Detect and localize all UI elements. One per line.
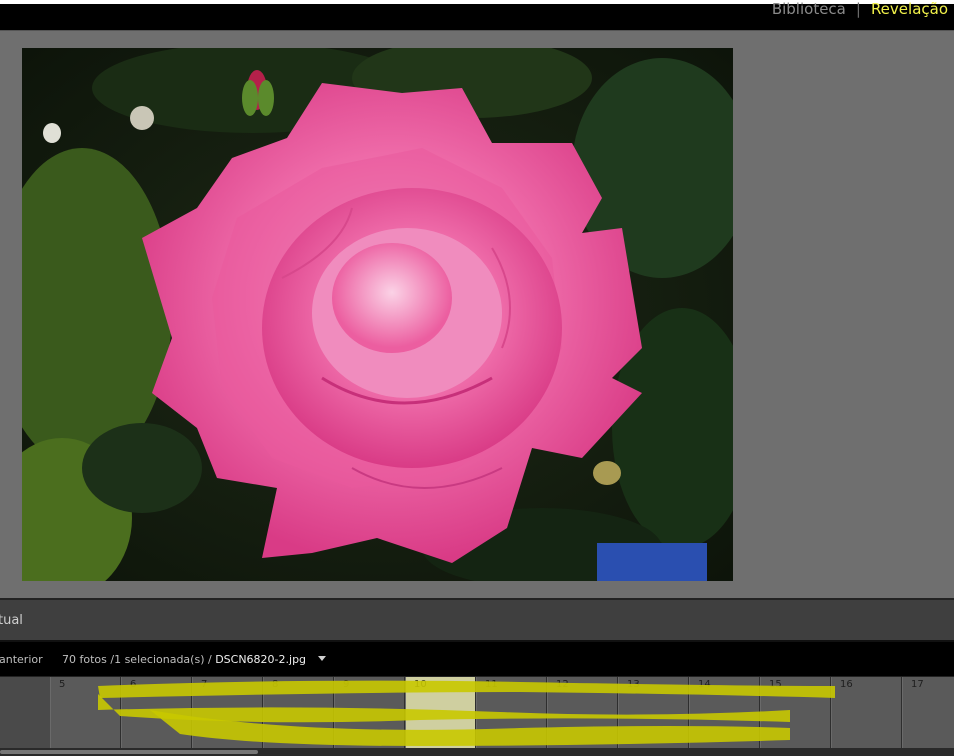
image-canvas (0, 30, 954, 598)
filmstrip-scrollbar[interactable] (0, 750, 258, 754)
module-library[interactable]: Biblioteca (772, 0, 846, 18)
filmstrip-cell[interactable]: 5 (50, 677, 121, 749)
module-develop[interactable]: Revelação (871, 0, 948, 18)
filmstrip-cell-number: 5 (59, 679, 66, 690)
view-toolbar: tual (0, 598, 954, 642)
selection-count: /1 selecionada(s) / (110, 653, 212, 666)
filmstrip-cell-number: 8 (272, 679, 279, 690)
module-separator: | (855, 0, 861, 18)
filmstrip-cell-number: 6 (130, 679, 137, 690)
module-picker: Biblioteca | Revelação (772, 0, 948, 18)
filmstrip-cell[interactable]: 12 (547, 677, 618, 749)
filmstrip-cell[interactable]: 7 (192, 677, 263, 749)
filmstrip-source-info[interactable]: 70 fotos /1 selecionada(s) / DSCN6820-2.… (62, 653, 326, 666)
filmstrip-cell-number: 17 (911, 679, 924, 690)
filmstrip-cell-number: 14 (698, 679, 711, 690)
filmstrip-cell[interactable]: 6 (121, 677, 192, 749)
filmstrip-cell-number: 11 (485, 679, 498, 690)
filmstrip-cell[interactable]: 11 (476, 677, 547, 749)
filmstrip-cell-number: 7 (201, 679, 208, 690)
filmstrip-cell[interactable]: 15 (760, 677, 831, 749)
filmstrip-cell[interactable]: 8 (263, 677, 334, 749)
selected-filename: DSCN6820-2.jpg (215, 653, 307, 666)
chevron-down-icon[interactable] (317, 656, 326, 661)
previous-import-label[interactable]: anterior (0, 653, 43, 666)
filmstrip-cell[interactable]: 10 (405, 677, 476, 749)
filmstrip-cell-number: 9 (343, 679, 350, 690)
filmstrip-cell[interactable]: 17 (902, 677, 954, 749)
filmstrip-cell-number: 10 (414, 679, 427, 690)
filmstrip-cell-number: 12 (556, 679, 569, 690)
filmstrip: 5 6 7 8 9 10 11 12 13 14 15 16 17 (0, 676, 954, 749)
filmstrip-cell[interactable]: 13 (618, 677, 689, 749)
filmstrip-cell-number: 16 (840, 679, 853, 690)
filmstrip-cell[interactable]: 14 (689, 677, 760, 749)
preview-photo[interactable] (22, 48, 733, 581)
photo-count: 70 fotos (62, 653, 107, 666)
module-picker-bar: Biblioteca | Revelação (0, 0, 954, 30)
filmstrip-info-bar: anterior 70 fotos /1 selecionada(s) / DS… (0, 642, 954, 676)
view-mode-label[interactable]: tual (0, 613, 23, 628)
filmstrip-cell[interactable]: 16 (831, 677, 902, 749)
filmstrip-cell-number: 15 (769, 679, 782, 690)
filmstrip-cell-number: 13 (627, 679, 640, 690)
filmstrip-cell[interactable]: 9 (334, 677, 405, 749)
rose-photo (22, 48, 733, 581)
